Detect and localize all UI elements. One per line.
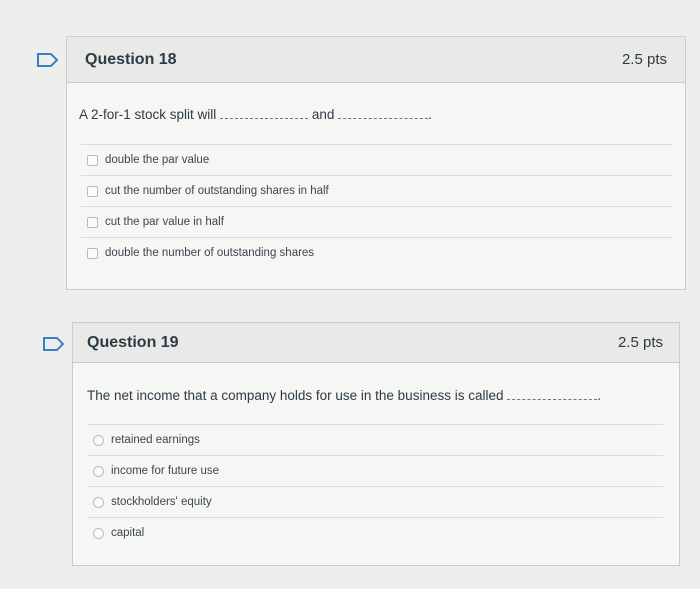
question-title: Question 19 (87, 333, 179, 351)
radio-button[interactable] (93, 496, 104, 508)
answer-option[interactable]: income for future use (87, 455, 663, 486)
answer-option[interactable]: capital (87, 517, 663, 548)
question-text: The net income that a company holds for … (87, 388, 602, 403)
bookmark-flag-icon[interactable] (42, 336, 66, 352)
answer-option[interactable]: double the par value (81, 144, 673, 175)
blank-1 (220, 117, 309, 119)
question-points: 2.5 pts (621, 51, 667, 68)
blank-1 (507, 398, 598, 400)
checkbox[interactable] (87, 154, 98, 166)
radio-button[interactable] (93, 527, 104, 539)
question-header: Question 19 2.5 pts (73, 323, 679, 363)
question-points: 2.5 pts (617, 334, 663, 351)
checkbox[interactable] (87, 247, 98, 259)
checkbox[interactable] (87, 216, 98, 228)
checkbox[interactable] (87, 185, 98, 197)
radio-button[interactable] (93, 434, 104, 446)
question-19-card: Question 19 2.5 pts The net income that … (72, 322, 680, 566)
answer-option[interactable]: double the number of outstanding shares (81, 237, 673, 268)
question-18-card: Question 18 2.5 pts A 2-for-1 stock spli… (66, 36, 686, 290)
question-text: A 2-for-1 stock split will and . (79, 107, 432, 122)
answer-option[interactable]: stockholders' equity (87, 486, 663, 517)
answer-option[interactable]: cut the number of outstanding shares in … (81, 175, 673, 206)
bookmark-flag-icon[interactable] (36, 52, 60, 68)
answer-option[interactable]: cut the par value in half (81, 206, 673, 237)
answer-list: retained earnings income for future use … (87, 424, 663, 548)
blank-2 (338, 117, 429, 119)
question-title: Question 18 (85, 50, 177, 68)
question-header: Question 18 2.5 pts (67, 37, 685, 83)
radio-button[interactable] (93, 465, 104, 477)
answer-list: double the par value cut the number of o… (81, 144, 673, 268)
answer-option[interactable]: retained earnings (87, 424, 663, 455)
